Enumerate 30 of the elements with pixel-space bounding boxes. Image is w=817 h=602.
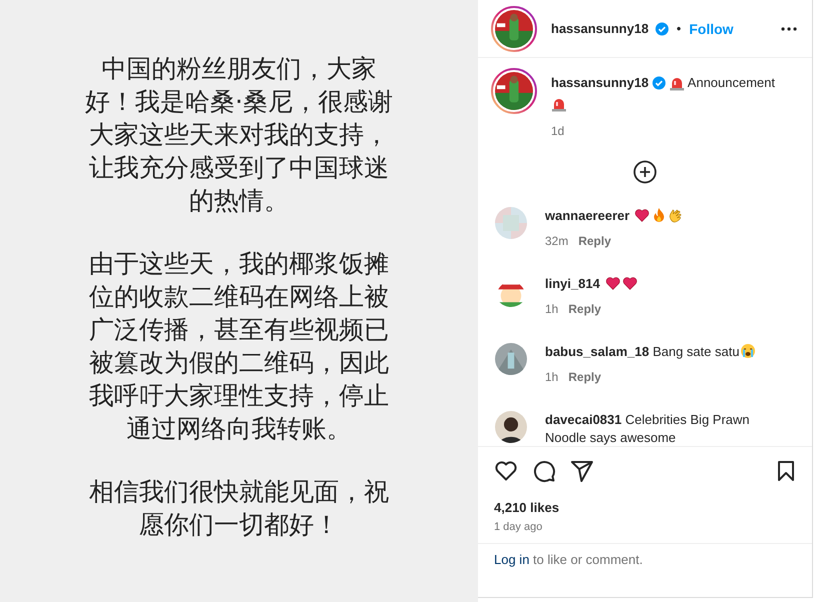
reply-button[interactable]: Reply [578, 234, 612, 248]
comment-icon[interactable] [532, 458, 556, 482]
username[interactable]: linyi_814 [545, 276, 600, 291]
login-prompt: Log in to like or comment. [494, 552, 643, 567]
username[interactable]: babus_salam_18 [545, 344, 650, 359]
comment-text: Bang sate satu [652, 344, 740, 359]
comment-time: 1h [545, 302, 558, 316]
reply-button[interactable]: Reply [568, 370, 602, 384]
story-paragraph: 相信我们很快就能见面，祝愿你们一切都好！ [88, 476, 390, 540]
siren-icon [668, 75, 685, 91]
post-date: 1 day ago [493, 520, 544, 535]
username[interactable]: hassansunny18 [551, 21, 649, 36]
comment-time: 32m [545, 234, 568, 248]
more-options-icon[interactable] [780, 26, 798, 32]
likes-count: 4,210 likes [493, 499, 560, 515]
separator-dot: • [676, 21, 682, 36]
caption-text: Announcement [688, 74, 775, 92]
login-link[interactable]: Log in [494, 552, 530, 567]
comment-time: 1h [545, 370, 558, 384]
story-paragraph: 由于这些天，我的椰浆饭摊位的收款二维码在网络上被广泛传播，甚至有些视频已被篡改为假的二维码，因此我呼吁大家理性支持，停止通过网络向我转账。 [88, 248, 390, 444]
username[interactable]: wannaereerer [545, 208, 630, 223]
story-paragraph: 中国的粉丝朋友们，大家好！我是哈桑·桑尼，很感谢大家这些天来对我的支持，让我充分感受到了中国球迷的热情。 [84, 52, 394, 216]
reply-button[interactable]: Reply [568, 302, 602, 316]
siren-icon [551, 96, 567, 112]
post-time: 1d [551, 124, 566, 138]
share-icon[interactable] [570, 458, 594, 482]
like-icon[interactable] [494, 458, 518, 482]
load-more-icon[interactable] [633, 160, 657, 184]
comment-text: davecai0831 Celebrities Big Prawn Noodle says awesome [545, 411, 751, 446]
username[interactable]: hassansunny18 [551, 74, 649, 92]
